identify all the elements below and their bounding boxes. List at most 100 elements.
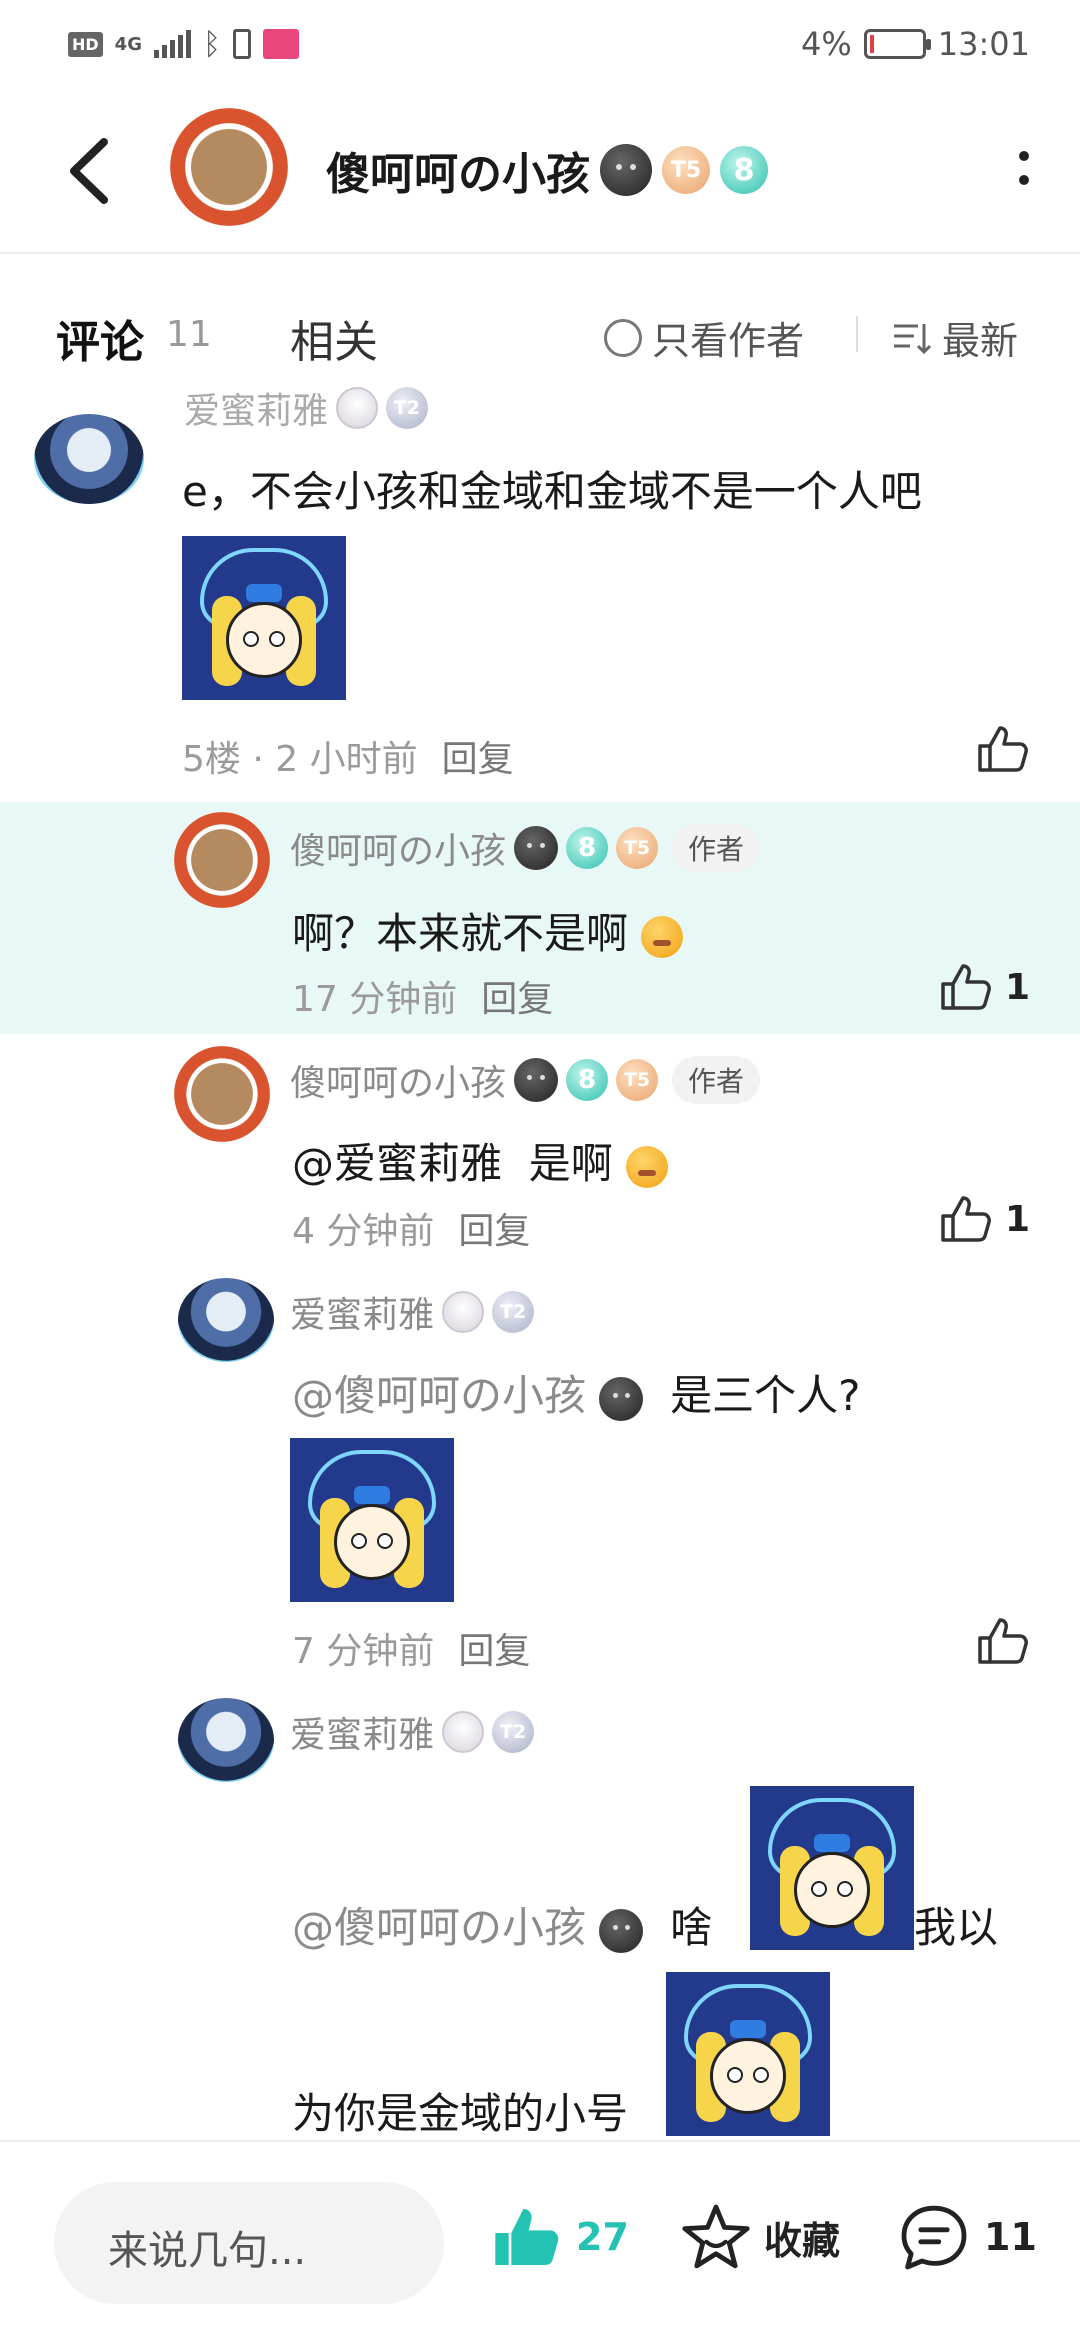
comment-item: 爱蜜莉雅 T2 @傻呵呵の小孩 啥 我以 为你是金域的小号: [0, 1686, 1080, 2140]
thumbs-up-icon: [941, 964, 991, 1010]
tab-comments[interactable]: 评论: [56, 306, 144, 370]
sticker-image[interactable]: [290, 1438, 454, 1602]
comment-time: 17 分钟前: [292, 979, 458, 1020]
sort-label: 最新: [942, 319, 1019, 363]
signal-icon: [153, 30, 191, 58]
favorite-label: 收藏: [764, 2218, 841, 2263]
back-arrow-icon[interactable]: [62, 136, 122, 206]
level-badge-icon: T5: [616, 827, 659, 869]
like-button[interactable]: 1: [939, 1194, 1030, 1244]
reply-button[interactable]: 回复: [458, 1202, 530, 1254]
level-badge-icon: T5: [616, 1059, 659, 1101]
user-avatar[interactable]: [174, 1046, 270, 1142]
comment-item: 爱蜜莉雅 T2 e，不会小孩和金域和金域不是一个人吧 5楼 · 2 小时前 回复: [0, 387, 1080, 802]
eight-badge-icon: 8: [720, 146, 768, 194]
sort-button[interactable]: 最新: [892, 310, 1018, 365]
page-title: 傻呵呵の小孩: [326, 149, 590, 200]
radio-circle-icon: [604, 318, 642, 357]
eight-badge-icon: 8: [566, 827, 609, 869]
level-badge-icon: T5: [662, 146, 710, 194]
like-button[interactable]: [976, 724, 1030, 774]
sticker-image[interactable]: [182, 536, 346, 700]
comment-input[interactable]: 来说几句...: [54, 2182, 444, 2304]
comment-meta: 17 分钟前 回复: [292, 970, 553, 1022]
sort-icon: [894, 323, 932, 354]
thumbs-up-icon: [978, 1618, 1028, 1664]
comment-username[interactable]: 傻呵呵の小孩 8 T5 作者: [290, 1054, 761, 1106]
app-notification-icon: [262, 29, 299, 59]
like-count: 1: [1004, 966, 1030, 1008]
thumbs-up-icon: [941, 1196, 991, 1242]
comment-item: 傻呵呵の小孩 8 T5 作者 @爱蜜莉雅 是啊 4 分钟前 回复 1: [0, 1034, 1080, 1266]
user-avatar[interactable]: [34, 414, 144, 504]
dark-face-emoji-icon: [514, 1058, 559, 1102]
author-tag: 作者: [672, 824, 761, 872]
character-badge-icon: [442, 1711, 485, 1753]
only-author-label: 只看作者: [652, 319, 805, 363]
reply-button[interactable]: 回复: [481, 970, 553, 1022]
author-tag: 作者: [672, 1056, 761, 1104]
angry-emoji-icon: [626, 1145, 669, 1188]
sticker-image[interactable]: [750, 1786, 914, 1950]
mention[interactable]: @傻呵呵の小孩: [292, 1371, 586, 1420]
comment-bubble-icon: [901, 2205, 967, 2270]
title-row: 傻呵呵の小孩 T5 8: [326, 138, 768, 202]
dark-face-emoji-icon: [599, 1376, 644, 1421]
character-badge-icon: [442, 1291, 485, 1333]
comment-username[interactable]: 爱蜜莉雅 T2: [290, 1286, 535, 1338]
battery-percent: 4%: [801, 25, 852, 63]
comment-meta: 4 分钟前 回复: [292, 1202, 530, 1254]
comment-meta: 7 分钟前 回复: [292, 1622, 530, 1674]
reply-button[interactable]: 回复: [458, 1622, 530, 1674]
mention[interactable]: @傻呵呵の小孩: [292, 1903, 586, 1952]
reply-button[interactable]: 回复: [442, 730, 514, 782]
comment-count: 11: [166, 314, 212, 355]
level-badge-icon: T2: [492, 1291, 535, 1333]
comment-text: @爱蜜莉雅 是啊: [292, 1130, 669, 1191]
like-button[interactable]: 1: [939, 962, 1030, 1012]
comments-button[interactable]: 11: [898, 2202, 1037, 2272]
thumbs-up-icon: [978, 726, 1028, 772]
comment-text: e，不会小孩和金域和金域不是一个人吧: [182, 467, 922, 516]
level-badge-icon: T2: [386, 387, 429, 429]
tabs-bar: 评论 11 相关 只看作者 最新: [0, 256, 1080, 406]
comment-text: 啊？本来就不是啊: [292, 900, 684, 961]
vibrate-icon: [232, 29, 251, 59]
comment-meta: 5楼 · 2 小时前 回复: [182, 730, 514, 782]
battery-icon: [863, 29, 931, 59]
comment-time: 4 分钟前: [292, 1211, 435, 1252]
author-avatar[interactable]: [170, 108, 288, 226]
character-badge-icon: [336, 387, 379, 429]
favorite-button[interactable]: 收藏: [680, 2202, 840, 2272]
dark-face-emoji-icon: [514, 826, 559, 870]
tab-related[interactable]: 相关: [290, 306, 378, 370]
comment-username[interactable]: 爱蜜莉雅 T2: [184, 382, 429, 434]
comment-text: @傻呵呵の小孩 啥: [292, 1903, 713, 1953]
more-options-icon[interactable]: [1018, 148, 1030, 188]
top-bar: 傻呵呵の小孩 T5 8: [0, 88, 1080, 254]
mention[interactable]: @爱蜜莉雅: [292, 1139, 502, 1188]
like-button[interactable]: [976, 1616, 1030, 1666]
comment-username[interactable]: 爱蜜莉雅 T2: [290, 1706, 535, 1758]
comment-username[interactable]: 傻呵呵の小孩 8 T5 作者: [290, 822, 761, 874]
only-author-toggle[interactable]: 只看作者: [604, 310, 804, 365]
comment-item: 爱蜜莉雅 T2 @傻呵呵の小孩 是三个人? 7 分钟前 回复: [0, 1266, 1080, 1686]
post-like-button[interactable]: 27: [490, 2202, 629, 2272]
comment-item: 傻呵呵の小孩 8 T5 作者 啊？本来就不是啊 17 分钟前 回复 1: [0, 802, 1080, 1034]
user-avatar[interactable]: [178, 1698, 274, 1782]
thumbs-up-filled-icon: [495, 2209, 559, 2265]
bluetooth-icon: ᛒ: [202, 26, 221, 62]
comment-text: 为你是金域的小号: [292, 2089, 629, 2138]
comment-time: 7 分钟前: [292, 1631, 435, 1672]
level-badge-icon: T2: [492, 1711, 535, 1753]
user-avatar[interactable]: [174, 812, 270, 908]
star-icon: [682, 2204, 750, 2269]
bottom-action-bar: 来说几句... 27 收藏 11: [0, 2140, 1080, 2340]
status-bar: HD 4G ᛒ 4% 13:01: [0, 0, 1080, 88]
angry-emoji-icon: [641, 915, 684, 958]
clock: 13:01: [937, 25, 1030, 63]
user-avatar[interactable]: [178, 1278, 274, 1362]
sticker-image[interactable]: [666, 1972, 830, 2136]
comment-text: @傻呵呵の小孩 是三个人?: [292, 1371, 861, 1421]
post-like-count: 27: [576, 2215, 629, 2259]
